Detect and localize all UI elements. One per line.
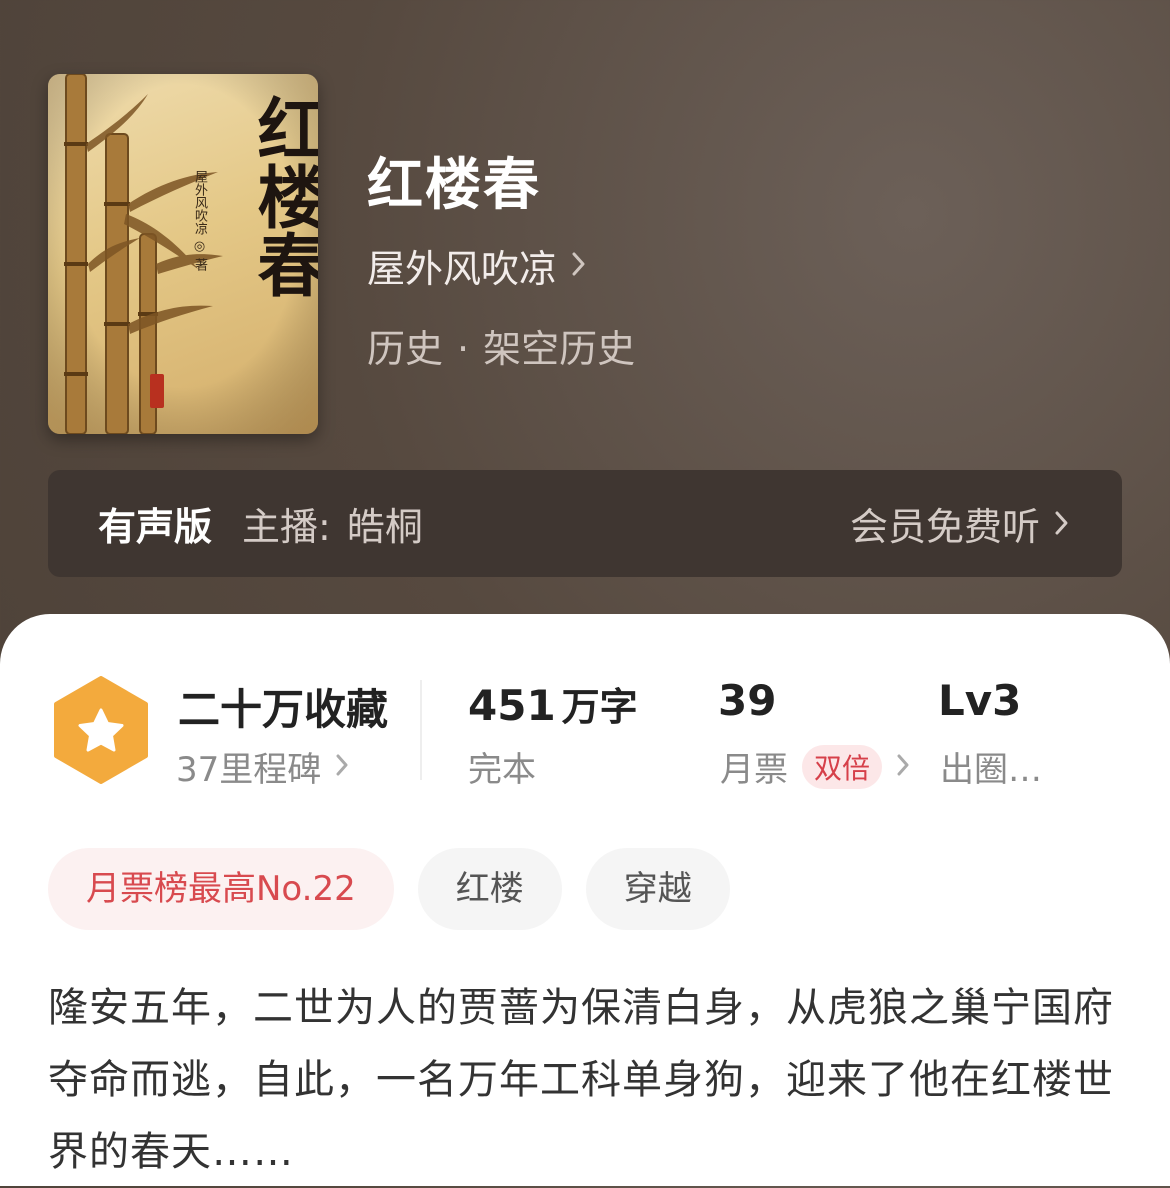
author-name: 屋外风吹凉	[367, 247, 558, 291]
monthly-ticket-count: 39	[718, 676, 777, 725]
chevron-right-icon	[1054, 502, 1070, 546]
monthly-ticket-link[interactable]: 月票 双倍	[720, 742, 910, 791]
cover-title-text: 红楼春	[245, 94, 318, 298]
milestone-link[interactable]: 37里程碑	[176, 742, 349, 791]
category-row: 历史 · 架空历史	[367, 318, 635, 373]
audiobook-host: 主播: 皓桐	[242, 496, 423, 551]
tag-list: 月票榜最高No.22 红楼 穿越	[48, 848, 730, 930]
book-info-card: 二十万收藏 37里程碑 451 万字 完本 39 月票 双倍 Lv3 出圈… 月票…	[0, 614, 1170, 1186]
book-synopsis[interactable]: 隆安五年，二世为人的贾蔷为保清白身，从虎狼之巢宁国府夺命而逃，自此，一名万年工科…	[48, 972, 1122, 1188]
tag-chuanyue[interactable]: 穿越	[585, 848, 730, 930]
tag-honglou[interactable]: 红楼	[417, 848, 562, 930]
star-hexagon-icon	[54, 676, 148, 784]
category-separator: ·	[457, 327, 470, 371]
audiobook-tag: 有声版	[98, 505, 213, 549]
monthly-ticket-label: 月票	[720, 750, 788, 790]
tag-ranking[interactable]: 月票榜最高No.22	[48, 848, 394, 930]
subcategory-label[interactable]: 架空历史	[483, 327, 635, 371]
word-count-unit: 万字	[561, 685, 638, 729]
cover-seal-stamp	[150, 374, 164, 408]
completion-status: 完本	[468, 750, 536, 790]
word-count-value: 451	[468, 681, 556, 730]
category-label[interactable]: 历史	[367, 327, 443, 371]
favorites-count: 二十万收藏	[178, 685, 389, 734]
book-cover[interactable]: 红楼春 屋外风吹凉 ◎ 著	[48, 74, 318, 434]
chevron-right-icon	[335, 747, 349, 787]
cover-author-text: 屋外风吹凉 ◎ 著	[192, 170, 207, 272]
chevron-right-icon	[896, 747, 910, 787]
milestone-label: 37里程碑	[176, 750, 322, 790]
double-badge: 双倍	[802, 744, 883, 789]
member-free-listen-label: 会员免费听	[849, 505, 1040, 549]
word-count: 451 万字	[468, 676, 638, 731]
host-label: 主播:	[242, 505, 331, 549]
member-free-listen-button[interactable]: 会员免费听	[850, 496, 1070, 551]
chevron-right-icon	[571, 250, 587, 282]
book-title: 红楼春	[367, 153, 541, 218]
author-link[interactable]: 屋外风吹凉	[367, 238, 587, 293]
level-value: Lv3	[938, 676, 1022, 725]
level-label[interactable]: 出圈…	[940, 742, 1042, 791]
audiobook-bar[interactable]: 有声版 主播: 皓桐 会员免费听	[48, 470, 1122, 577]
host-name: 皓桐	[346, 505, 423, 549]
stats-divider	[420, 680, 422, 780]
